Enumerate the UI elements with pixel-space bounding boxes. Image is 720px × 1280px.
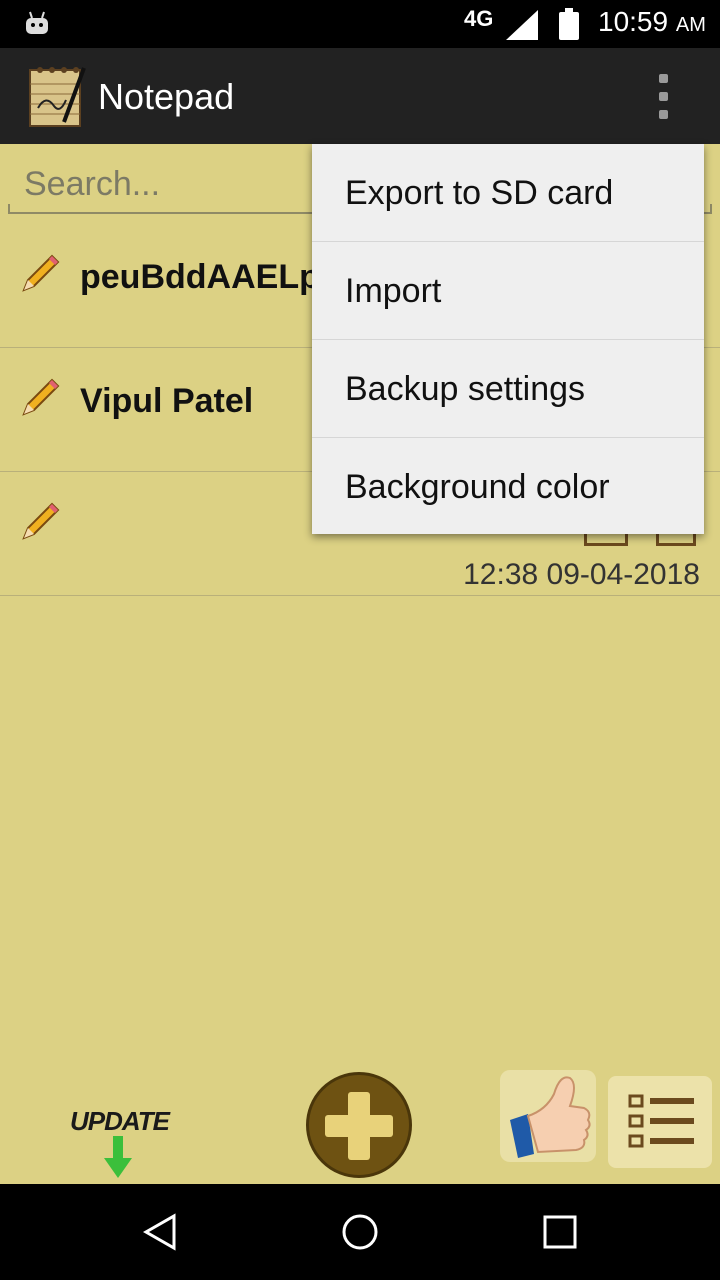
- menu-item-label: Import: [345, 272, 442, 310]
- action-bar: Notepad: [0, 48, 720, 144]
- back-icon[interactable]: [140, 1212, 180, 1252]
- add-note-button[interactable]: [306, 1072, 412, 1178]
- overflow-menu-button[interactable]: [644, 72, 684, 122]
- menu-item-label: Export to SD card: [345, 174, 614, 212]
- menu-item-export[interactable]: Export to SD card: [312, 144, 704, 242]
- overflow-dot-icon: [659, 110, 668, 119]
- pencil-icon: [22, 254, 60, 292]
- network-type: 4G: [464, 6, 494, 31]
- update-button[interactable]: UPDATE: [70, 1106, 170, 1180]
- recents-icon[interactable]: [540, 1212, 580, 1252]
- pencil-icon: [22, 502, 60, 540]
- pencil-icon: [22, 378, 60, 416]
- plus-icon: [348, 1092, 370, 1160]
- menu-item-label: Backup settings: [345, 370, 586, 408]
- menu-item-background-color[interactable]: Background color: [312, 438, 704, 536]
- down-arrow-icon: [104, 1136, 132, 1178]
- status-bar: 4G 10:59 AM: [0, 0, 720, 48]
- update-label: UPDATE: [70, 1106, 170, 1136]
- menu-item-label: Background color: [345, 468, 610, 506]
- note-timestamp: 12:38 09-04-2018: [463, 558, 700, 591]
- note-title: Vipul Patel: [80, 382, 254, 420]
- signal-icon: [506, 10, 538, 40]
- list-view-button[interactable]: [608, 1076, 712, 1168]
- rate-app-button[interactable]: [500, 1070, 596, 1162]
- android-debug-icon: [26, 11, 48, 34]
- overflow-dot-icon: [659, 74, 668, 83]
- app-title: Notepad: [98, 76, 235, 117]
- search-edge-right: [710, 204, 712, 214]
- note-title: peuBddAAELpY: [80, 258, 343, 296]
- overflow-dot-icon: [659, 92, 668, 101]
- menu-item-import[interactable]: Import: [312, 242, 704, 340]
- thumbs-up-icon: [510, 1076, 591, 1158]
- clock-ampm: AM: [675, 14, 706, 36]
- navigation-bar: [0, 1184, 720, 1280]
- clock: 10:59 AM: [598, 6, 706, 38]
- battery-icon: [559, 8, 579, 40]
- home-icon[interactable]: [340, 1212, 380, 1252]
- menu-item-backup-settings[interactable]: Backup settings: [312, 340, 704, 438]
- clock-time: 10:59: [598, 6, 669, 37]
- overflow-menu: Export to SD card Import Backup settings…: [312, 144, 704, 534]
- list-icon: [628, 1094, 694, 1148]
- search-edge-left: [8, 204, 10, 214]
- notepad-app-icon: [29, 67, 86, 127]
